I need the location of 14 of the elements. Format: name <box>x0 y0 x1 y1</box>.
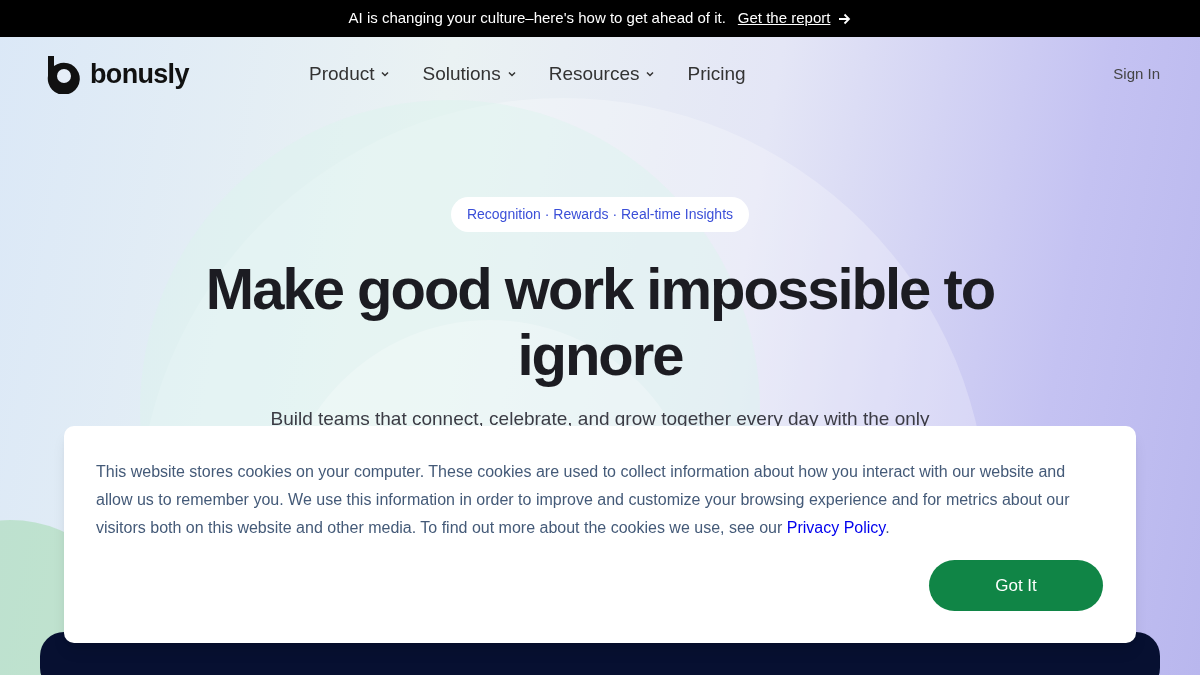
got-it-button[interactable]: Got It <box>929 560 1103 611</box>
announcement-text: AI is changing your culture–here's how to get ahead of it. <box>348 8 726 29</box>
arrow-right-icon <box>838 12 852 25</box>
hero-title: Make good work impossible to ignore <box>204 256 996 388</box>
tagline-pill: Recognition · Rewards · Real-time Insights <box>450 197 750 232</box>
privacy-policy-link[interactable]: Privacy Policy <box>786 519 886 536</box>
nav-link[interactable]: Pricing <box>687 59 746 89</box>
sign-in-link[interactable]: Sign In <box>1113 62 1160 86</box>
nav-link[interactable]: Solutions <box>422 59 516 89</box>
report-link[interactable]: Get the report <box>737 7 852 30</box>
nav-link[interactable]: Product <box>309 59 390 89</box>
nav-link[interactable]: Resources <box>548 59 655 89</box>
logo-wordmark: bonusly <box>90 57 189 91</box>
cookie-notice: This website stores cookies on your computer. These cookies are used to collect information about how you interact with our website and allow us to remember you. We use this information in order to improve and customize your browsing experience and for metrics about our visitors both on this website and other media. To find out more about the cookies we use, see our Privacy Policy. <box>96 462 1071 538</box>
